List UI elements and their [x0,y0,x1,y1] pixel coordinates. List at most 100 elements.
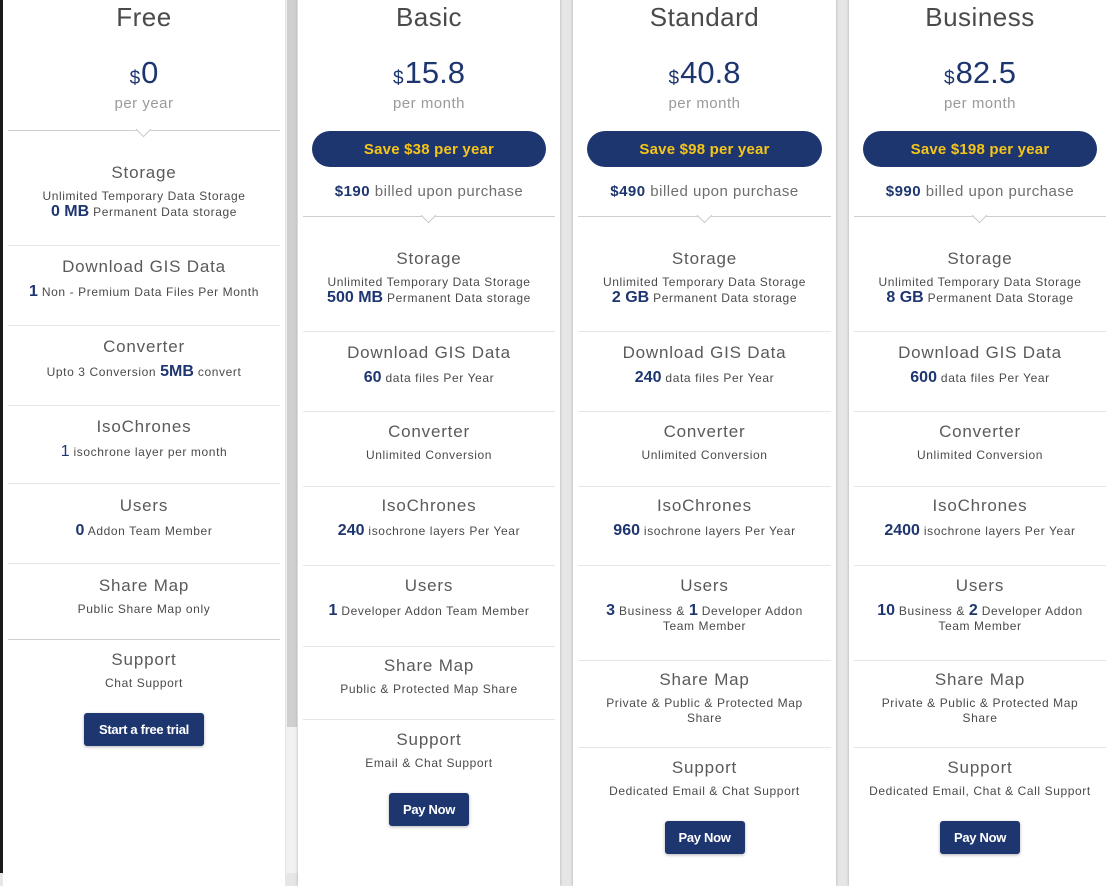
plan-card-standard: Standard $40.8 per month Save $98 per ye… [573,0,836,886]
highlight-value: 240 [337,522,365,539]
section-text: Email & Chat Support [365,756,493,770]
storage-perm-line: Permanent Data storage [89,205,238,219]
section-text: 240 isochrone layers Per Year [298,523,560,539]
section-title: Converter [388,422,470,441]
highlight-value: 2400 [884,522,920,539]
section-detail: convert [193,365,242,379]
plan-name: Standard [649,2,760,32]
currency-symbol: $ [393,68,404,89]
section-title: Download GIS Data [347,343,511,362]
highlight-value: 0 MB [50,203,90,220]
highlight-value: 500 MB [327,289,384,306]
section-separator [8,245,280,246]
section-title: Converter [663,422,746,441]
storage-perm-line: Permanent Data storage [383,291,531,305]
section-title: Users [680,576,729,595]
section-text: Public & Protected Map Share [340,682,518,696]
section-separator [8,639,280,640]
section-detail: Developer Addon Team Member [337,604,530,618]
section-text: 0 Addon Team Member [3,523,285,539]
chevron-down-icon [971,207,988,224]
billed-amount: $990 [885,183,922,200]
plan-card-basic: Basic $15.8 per month Save $38 per year … [298,0,560,886]
section-title: Download GIS Data [62,257,226,276]
pay-now-button[interactable]: Pay Now [940,821,1020,854]
price-amount: 15.8 [404,55,465,90]
section-title: Converter [939,422,1021,441]
storage-temp-line: Unlimited Temporary Data Storage [878,275,1082,289]
start-free-trial-button[interactable]: Start a free trial [84,713,204,746]
plan-name: Business [925,2,1035,32]
price-amount: 0 [141,55,159,90]
section-text: 240 data files Per Year [573,370,836,386]
section-separator [303,331,555,332]
section-title: Support [947,758,1013,777]
section-text: 1 Non - Premium Data Files Per Month [3,284,285,300]
section-title: Support [396,730,462,749]
billed-info: $490 billed upon purchase [573,183,836,200]
section-separator [8,483,280,484]
highlight-value: 60 [363,369,382,386]
section-separator [854,331,1106,332]
storage-perm-line: Permanent Data Storage [923,291,1074,305]
section-separator [8,325,280,326]
price-amount: 82.5 [955,55,1016,90]
section-separator [854,565,1106,566]
section-text: 960 isochrone layers Per Year [573,523,836,539]
scrollbar-thumb[interactable] [287,0,297,727]
section-separator [578,747,831,748]
section-detail: Upto 3 Conversion [46,365,161,379]
section-title: Share Map [383,656,475,675]
section-title: IsoChrones [381,496,477,515]
section-title: IsoChrones [96,417,192,436]
section-detail: isochrone layers Per Year [364,524,521,538]
chevron-down-icon [420,207,437,224]
section-separator [578,660,831,661]
highlight-value: 10 [877,602,895,619]
section-separator [8,563,280,564]
savings-badge: Save $38 per year [312,131,546,167]
plan-price: $40.8 [573,55,836,91]
section-text: Unlimited Temporary Data Storage 0 MB Per… [3,189,285,220]
highlight-value: 5MB [160,363,194,380]
chevron-down-icon [135,121,152,138]
section-detail: Non - Premium Data Files Per Month [37,285,259,299]
price-amount: 40.8 [680,55,741,90]
section-text: Unlimited Conversion [365,448,493,462]
section-detail: data files Per Year [381,371,495,385]
section-text: Dedicated Email, Chat & Call Support [869,784,1091,798]
vertical-scrollbar[interactable] [285,0,298,873]
section-separator [578,565,831,566]
savings-badge: Save $98 per year [587,131,822,167]
storage-temp-line: Unlimited Temporary Data Storage [42,189,246,203]
highlight-value: 2 [968,602,978,619]
billed-info: $990 billed upon purchase [849,183,1108,200]
highlight-value: 1 [688,602,698,619]
highlight-value: 8 GB [886,289,924,306]
pay-now-button[interactable]: Pay Now [664,821,745,854]
section-text: 10 Business & 2 Developer Addon Team Mem… [849,603,1108,634]
section-detail: data files Per Year [661,371,775,385]
price-period: per month [392,95,466,112]
section-detail: Business & [615,604,689,618]
section-title: Storage [671,249,738,268]
section-text: Chat Support [105,676,183,690]
pay-now-button[interactable]: Pay Now [389,793,469,826]
section-detail: isochrone layers Per Year [640,524,796,538]
section-separator [8,405,280,406]
section-detail: Business & [894,604,969,618]
billed-text: billed upon purchase [370,183,524,200]
section-title: Storage [111,163,177,182]
section-text: Unlimited Conversion [916,448,1044,462]
section-detail: data files Per Year [936,371,1050,385]
section-title: IsoChrones [932,496,1028,515]
section-text: Private & Public & Protected Map Share [606,696,803,725]
section-separator [303,486,555,487]
section-title: Storage [396,249,462,268]
section-title: Share Map [934,670,1026,689]
section-title: Storage [947,249,1013,268]
plan-price: $0 [3,55,285,91]
billed-amount: $190 [334,183,371,200]
section-title: Download GIS Data [622,343,787,362]
highlight-value: 1 [29,283,38,300]
